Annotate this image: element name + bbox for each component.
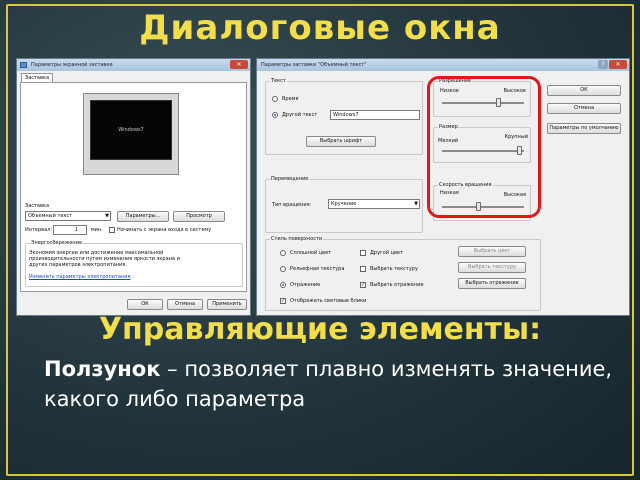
close-button[interactable]: ✕ [609, 60, 627, 69]
display-icon [20, 62, 27, 68]
custom-text-input[interactable]: Windows7 [330, 110, 420, 120]
time-radio-label: Время [282, 96, 299, 102]
params-button[interactable]: Параметры... [117, 211, 169, 222]
custom-text-radio-label: Другой текст [282, 112, 318, 118]
right-dialog-titlebar: Параметры заставки "Объемный текст" ? ✕ [257, 59, 629, 71]
left-dialog-title: Параметры экранной заставки [31, 62, 113, 68]
surface-solid-label: Сплошной цвет [290, 250, 332, 256]
left-dialog-panel: Windows7 Заставка Объемный текст ▼ Парам… [20, 82, 247, 292]
screensaver-group-label: Заставка [25, 203, 50, 209]
tab-screensaver[interactable]: Заставка [21, 73, 54, 82]
defaults-button[interactable]: Параметры по умолчанию [547, 123, 621, 134]
chevron-down-icon: ▼ [414, 201, 418, 207]
ok-button[interactable]: ОК [547, 85, 621, 96]
surface-reflect-radio[interactable] [280, 282, 286, 288]
surface-texture-radio[interactable] [280, 266, 286, 272]
interval-unit: мин. [91, 227, 103, 233]
highlights-checkbox-label: Отображать световые блики [290, 298, 367, 304]
highlights-checkbox[interactable]: ✓ [280, 298, 286, 304]
custom-reflect-checkbox[interactable]: ✓ [360, 282, 366, 288]
screensaver-select-value: Объемный текст [28, 213, 73, 219]
surface-solid-radio[interactable] [280, 250, 286, 256]
power-settings-link[interactable]: Изменить параметры электропитания [29, 274, 130, 280]
right-dialog-title: Параметры заставки "Объемный текст" [261, 62, 367, 68]
interval-input[interactable]: 1 [53, 225, 87, 235]
power-group: Энергосбережение Экономия энергии или до… [25, 240, 243, 287]
preview-screen: Windows7 [90, 100, 172, 160]
time-radio[interactable] [272, 96, 278, 102]
slider-highlight [427, 76, 541, 218]
rotation-select[interactable]: Кручение ▼ [328, 199, 420, 209]
custom-reflect-label: Выбрать отражение [370, 282, 424, 288]
power-description: Экономия энергии или достижение максимал… [29, 250, 180, 268]
text-group: Текст Время Другой текст Windows7 Выбрат… [265, 78, 423, 155]
logon-checkbox-label: Начинать с экрана входа в систему [117, 227, 212, 233]
term: Ползунок [44, 357, 161, 381]
left-dialog-titlebar: Параметры экранной заставки ✕ [17, 59, 250, 71]
preview-button[interactable]: Просмотр [173, 211, 225, 222]
preview-text: Windows7 [118, 127, 144, 133]
pick-color-button[interactable]: Выбрать цвет [458, 246, 526, 257]
surface-group-title: Стиль поверхности [270, 236, 324, 242]
screensaver-settings-dialog: Параметры экранной заставки ✕ Заставка W… [16, 58, 251, 316]
help-icon[interactable]: ? [598, 60, 608, 69]
surface-group: Стиль поверхности Сплошной цвет Рельефна… [265, 236, 541, 311]
pick-texture-button[interactable]: Выбрать текстуру [458, 262, 526, 273]
screensaver-select[interactable]: Объемный текст ▼ [25, 211, 111, 221]
chevron-down-icon: ▼ [105, 213, 109, 219]
motion-group: Перемещение Тип вращения: Кручение ▼ [265, 176, 423, 233]
logon-checkbox[interactable] [109, 227, 115, 233]
custom-color-label: Другой цвет [370, 250, 403, 256]
custom-text-radio[interactable] [272, 112, 278, 118]
cancel-button[interactable]: Отмена [547, 103, 621, 114]
cancel-button[interactable]: Отмена [167, 299, 203, 310]
custom-text-value: Windows7 [333, 112, 359, 118]
surface-texture-label: Рельефная текстура [290, 266, 345, 272]
custom-texture-label: Выбрать текстуру [370, 266, 418, 272]
choose-font-button[interactable]: Выбрать шрифт [306, 136, 376, 147]
slide-body: Ползунок – позволяет плавно изменять зна… [44, 354, 614, 414]
rotation-label: Тип вращения: [272, 202, 312, 208]
custom-texture-checkbox[interactable] [360, 266, 366, 272]
interval-value: 1 [74, 227, 78, 233]
text-group-title: Текст [270, 78, 287, 84]
power-group-title: Энергосбережение [30, 240, 84, 246]
slide-title: Диалоговые окна [139, 8, 501, 48]
close-button[interactable]: ✕ [230, 60, 248, 69]
ok-button[interactable]: ОК [127, 299, 163, 310]
slide-subtitle: Управляющие элементы: [98, 312, 542, 347]
rotation-select-value: Кручение [331, 201, 357, 207]
apply-button[interactable]: Применить [207, 299, 247, 310]
monitor-preview: Windows7 [83, 93, 179, 175]
motion-group-title: Перемещение [270, 176, 310, 182]
interval-label: Интервал: [25, 227, 53, 233]
custom-color-checkbox[interactable] [360, 250, 366, 256]
surface-reflect-label: Отражение [290, 282, 321, 288]
pick-reflect-button[interactable]: Выбрать отражение [458, 278, 526, 289]
